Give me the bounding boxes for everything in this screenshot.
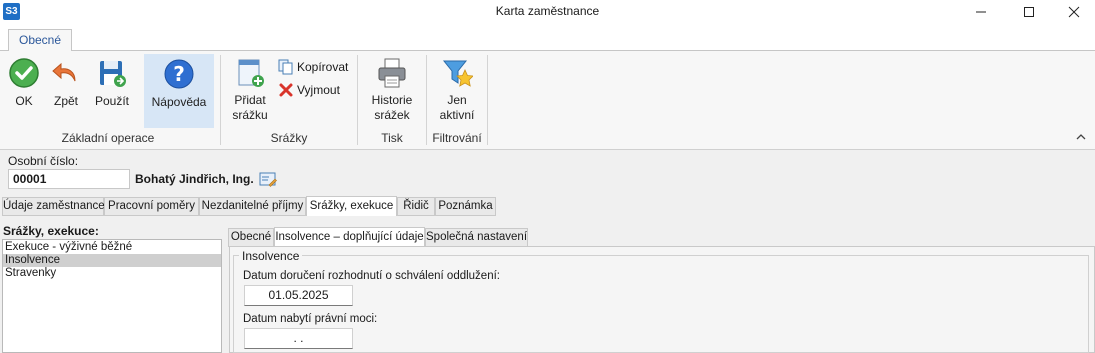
group-separator: [487, 55, 488, 145]
only-active-button[interactable]: Jen aktivní: [434, 57, 480, 123]
back-label: Zpět: [53, 94, 78, 108]
insolvency-group-title: Insolvence: [239, 249, 303, 263]
ribbon-tab-obecne[interactable]: Obecné: [8, 29, 72, 52]
chevron-up-icon: [1076, 134, 1086, 140]
check-icon: [9, 58, 39, 88]
copy-icon: [278, 59, 293, 75]
maximize-icon: [1024, 6, 1034, 17]
legal-force-date-label: Datum nabytí právní moci:: [243, 313, 378, 325]
close-icon: [1068, 6, 1080, 17]
help-label: Nápověda: [151, 95, 207, 109]
employee-number-input[interactable]: 00001: [8, 169, 130, 189]
copy-button[interactable]: Kopírovat: [278, 59, 348, 75]
group-label-deductions: Srážky: [270, 131, 308, 145]
delete-icon: [279, 83, 293, 97]
deductions-list: Exekuce - výživné běžné Insolvence Strav…: [2, 239, 222, 353]
printer-icon: [378, 58, 406, 88]
list-item[interactable]: Exekuce - výživné běžné: [3, 241, 221, 254]
collapse-ribbon-button[interactable]: [1075, 131, 1087, 146]
employee-card-button[interactable]: [259, 170, 277, 191]
group-label-basic: Základní operace: [61, 131, 155, 145]
only-active-label-2: aktivní: [439, 108, 475, 122]
employee-number-label: Osobní číslo:: [8, 154, 79, 168]
svg-text:?: ?: [173, 62, 185, 86]
maximize-button[interactable]: [1006, 0, 1052, 23]
group-label-print: Tisk: [381, 131, 403, 145]
add-document-icon: [238, 59, 264, 87]
copy-label: Kopírovat: [297, 60, 349, 74]
add-deduction-label-2: srážku: [232, 108, 268, 122]
save-icon: [100, 61, 126, 87]
filter-star-icon: [442, 60, 473, 87]
window-title: Karta zaměstnance: [495, 4, 600, 18]
edit-card-icon: [259, 172, 277, 187]
ok-button[interactable]: OK: [6, 57, 42, 109]
subtab-insolvency[interactable]: Insolvence – doplňující údaje: [274, 227, 425, 247]
employee-name: Bohatý Jindřich, Ing.: [135, 172, 254, 186]
subtab-general[interactable]: Obecné: [228, 228, 274, 247]
close-button[interactable]: [1051, 0, 1095, 23]
group-separator: [220, 55, 221, 145]
tab-note[interactable]: Poznámka: [435, 197, 496, 216]
history-label-1: Historie: [371, 93, 413, 107]
minimize-icon: [976, 11, 986, 12]
subtab-common-settings[interactable]: Společná nastavení: [425, 228, 528, 247]
deductions-list-label: Srážky, exekuce:: [3, 224, 99, 238]
list-item[interactable]: Insolvence: [3, 254, 221, 267]
back-button[interactable]: Zpět: [48, 57, 84, 109]
cut-label: Vyjmout: [297, 83, 340, 97]
ok-label: OK: [15, 94, 33, 108]
delivery-date-label: Datum doručení rozhodnutí o schválení od…: [243, 270, 500, 282]
ribbon-tabstrip: Obecné: [0, 23, 1095, 52]
help-button[interactable]: ? Nápověda: [144, 54, 214, 128]
only-active-label-1: Jen: [447, 93, 467, 107]
history-button[interactable]: Historie srážek: [364, 57, 420, 123]
help-icon: ?: [164, 59, 194, 89]
tab-employee-data[interactable]: Údaje zaměstnance: [2, 197, 105, 216]
title-bar: S3 Karta zaměstnance: [0, 0, 1095, 23]
tab-work-relations[interactable]: Pracovní poměry: [104, 197, 199, 216]
add-deduction-label-1: Přidat: [234, 93, 266, 107]
cut-button[interactable]: Vyjmout: [278, 82, 340, 98]
apply-button[interactable]: Použít: [92, 57, 132, 109]
group-label-filter: Filtrování: [432, 131, 482, 145]
history-label-2: srážek: [374, 108, 410, 122]
apply-label: Použít: [94, 94, 130, 108]
add-deduction-button[interactable]: Přidat srážku: [228, 57, 272, 123]
tab-tax-free-income[interactable]: Nezdanitelné příjmy: [199, 197, 306, 216]
minimize-button[interactable]: [958, 0, 1004, 23]
tab-deductions[interactable]: Srážky, exekuce: [306, 196, 397, 216]
ribbon: OK Zpět Použít ? Nápověda Základní opera…: [0, 51, 1095, 150]
tab-driver[interactable]: Řidič: [397, 197, 435, 216]
delivery-date-field[interactable]: 01.05.2025: [244, 285, 353, 306]
legal-force-date-field[interactable]: . .: [244, 328, 353, 349]
list-item[interactable]: Stravenky: [3, 267, 221, 280]
undo-icon: [52, 62, 76, 82]
